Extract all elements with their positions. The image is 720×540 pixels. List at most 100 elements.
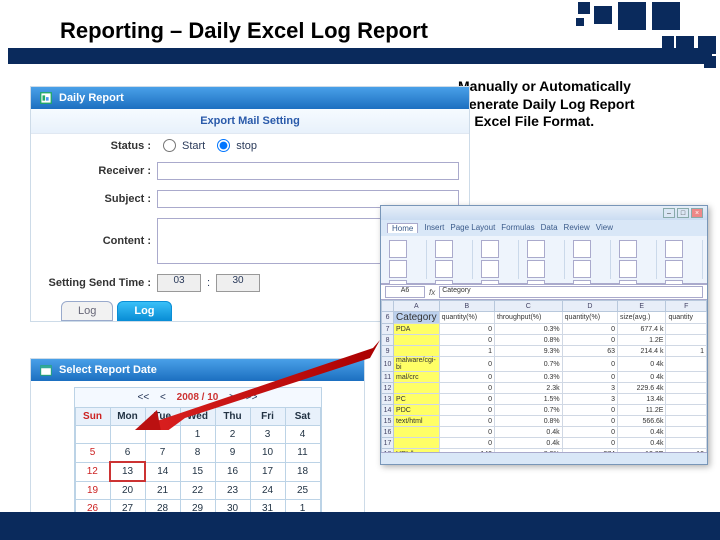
row-header[interactable]: 6 <box>382 312 394 324</box>
header-cell[interactable]: quantity <box>666 312 707 324</box>
cell[interactable]: 0 <box>439 405 494 416</box>
cell[interactable] <box>666 324 707 335</box>
cal-day-cell[interactable]: 25 <box>285 481 320 500</box>
cell[interactable]: 229.6 4k <box>618 383 666 394</box>
cell[interactable]: 0 <box>439 383 494 394</box>
cell[interactable]: 0.7% <box>495 405 563 416</box>
ribbon-tab[interactable]: Data <box>541 223 558 233</box>
cal-day-cell[interactable]: 10 <box>250 444 285 463</box>
header-cell[interactable]: quantity(%) <box>439 312 494 324</box>
cal-next-button[interactable]: > <box>229 392 235 403</box>
header-cell[interactable]: quantity(%) <box>562 312 617 324</box>
cell[interactable]: 11.2E <box>618 405 666 416</box>
cell[interactable]: 677.4 k <box>618 324 666 335</box>
row-header[interactable]: 10 <box>382 357 394 372</box>
cell[interactable]: 214.4 k <box>618 346 666 357</box>
ribbon-button[interactable] <box>389 240 407 258</box>
formula-input[interactable]: Category <box>439 286 703 298</box>
cell[interactable]: 0 <box>562 357 617 372</box>
ribbon-button[interactable] <box>619 260 637 278</box>
cal-day-cell[interactable]: 5 <box>75 444 110 463</box>
ribbon-tab[interactable]: Review <box>564 223 590 233</box>
cell[interactable]: 1 <box>439 346 494 357</box>
cell[interactable] <box>394 346 440 357</box>
cell[interactable]: 0 <box>562 405 617 416</box>
cell[interactable]: 0.3% <box>495 372 563 383</box>
cell[interactable] <box>666 383 707 394</box>
ribbon-tab[interactable]: Insert <box>424 223 444 233</box>
ribbon-button[interactable] <box>435 240 453 258</box>
cal-day-cell[interactable]: 9 <box>215 444 250 463</box>
row-header[interactable]: 9 <box>382 346 394 357</box>
cell[interactable] <box>666 427 707 438</box>
cal-day-cell[interactable]: 17 <box>250 462 285 481</box>
cell[interactable]: 0.4k <box>618 438 666 449</box>
cell[interactable]: 2.3k <box>495 383 563 394</box>
cell[interactable] <box>666 405 707 416</box>
receiver-input[interactable] <box>157 162 459 180</box>
col-header[interactable]: D <box>562 301 617 312</box>
cell[interactable]: malware/cgi-bi <box>394 357 440 372</box>
cell[interactable]: PDC <box>394 405 440 416</box>
minimize-button[interactable]: – <box>663 208 675 218</box>
cell[interactable]: text/html <box>394 416 440 427</box>
cell[interactable]: 0 <box>439 357 494 372</box>
ribbon-button[interactable] <box>573 260 591 278</box>
row-header[interactable]: 13 <box>382 394 394 405</box>
cell[interactable]: 0 <box>562 416 617 427</box>
cell[interactable]: 0 <box>439 427 494 438</box>
cell[interactable]: 566.6k <box>618 416 666 427</box>
cell[interactable] <box>666 357 707 372</box>
ribbon-button[interactable] <box>481 240 499 258</box>
ribbon-button[interactable] <box>619 240 637 258</box>
cell[interactable]: 0 <box>562 324 617 335</box>
cal-day-cell[interactable]: 20 <box>110 481 145 500</box>
ribbon-button[interactable] <box>527 260 545 278</box>
tab-log-1[interactable]: Log <box>61 301 113 321</box>
col-header[interactable]: E <box>618 301 666 312</box>
cell[interactable]: 0.7% <box>495 357 563 372</box>
cell[interactable]: 0 <box>439 324 494 335</box>
header-cell[interactable]: throughput(%) <box>495 312 563 324</box>
cell[interactable]: 0 4k <box>618 372 666 383</box>
ribbon-button[interactable] <box>665 240 683 258</box>
row-header[interactable]: 16 <box>382 427 394 438</box>
cal-day-cell[interactable]: 12 <box>75 462 110 481</box>
cell[interactable]: mal/crc <box>394 372 440 383</box>
cell[interactable]: 0 <box>562 427 617 438</box>
header-cell[interactable]: size(avg.) <box>618 312 666 324</box>
cell[interactable]: 63 <box>562 346 617 357</box>
name-box[interactable]: A6 <box>385 286 425 298</box>
cal-day-cell[interactable]: 1 <box>180 426 215 444</box>
cell[interactable]: 9.3% <box>495 346 563 357</box>
cell[interactable]: PC <box>394 394 440 405</box>
cal-day-cell[interactable]: 21 <box>145 481 180 500</box>
cal-day-cell[interactable]: 13 <box>110 462 145 481</box>
cell[interactable]: 0 <box>439 335 494 346</box>
cell[interactable]: 0.3% <box>495 324 563 335</box>
cal-day-cell[interactable]: 2 <box>215 426 250 444</box>
row-header[interactable]: 17 <box>382 438 394 449</box>
ribbon-button[interactable] <box>665 260 683 278</box>
close-button[interactable]: × <box>691 208 703 218</box>
cell[interactable]: 0.8% <box>495 416 563 427</box>
cell[interactable]: 0 <box>439 416 494 427</box>
cell[interactable]: 0 <box>439 372 494 383</box>
row-header[interactable]: 11 <box>382 372 394 383</box>
cell[interactable]: 3 <box>562 394 617 405</box>
cal-day-cell[interactable]: 19 <box>75 481 110 500</box>
col-header[interactable]: C <box>495 301 563 312</box>
cal-day-cell[interactable]: 11 <box>285 444 320 463</box>
cell[interactable]: 3 <box>562 383 617 394</box>
cell[interactable] <box>394 438 440 449</box>
cell[interactable] <box>394 427 440 438</box>
ribbon-button[interactable] <box>527 240 545 258</box>
cell[interactable] <box>394 383 440 394</box>
fx-icon[interactable]: fx <box>429 288 435 297</box>
cal-day-cell[interactable]: 3 <box>250 426 285 444</box>
cal-day-cell[interactable]: 22 <box>180 481 215 500</box>
spreadsheet-grid[interactable]: ABCDEF6Categoryquantity(%)throughput(%)q… <box>381 300 707 452</box>
col-header[interactable]: A <box>394 301 440 312</box>
cal-day-cell[interactable]: 15 <box>180 462 215 481</box>
ribbon-tab[interactable]: Page Layout <box>450 223 495 233</box>
